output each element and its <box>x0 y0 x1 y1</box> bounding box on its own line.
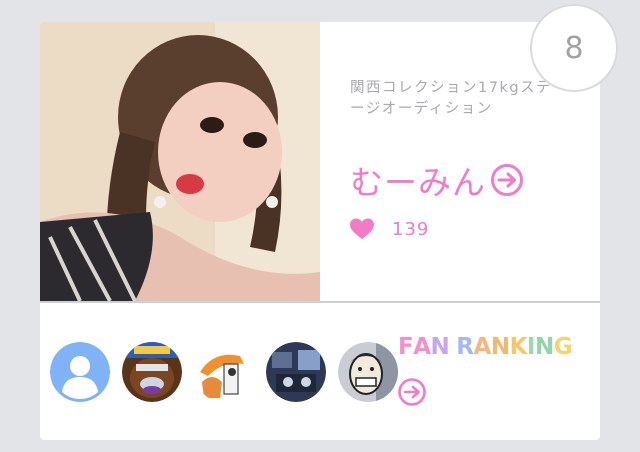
profile-photo-image <box>40 22 320 301</box>
fan-ranking-letter: N <box>430 334 450 360</box>
fan-ranking-letter: G <box>553 334 573 360</box>
fan-avatar-image <box>122 342 182 402</box>
idol-name[interactable]: むーみん <box>350 156 486 204</box>
fan-ranking-letter: R <box>456 334 474 360</box>
profile-photo[interactable] <box>40 22 320 301</box>
card-divider <box>40 301 600 303</box>
fan-ranking-letter: N <box>534 334 554 360</box>
fan-ranking-letter: A <box>473 334 492 360</box>
fan-ranking-letter: K <box>509 334 528 360</box>
fan-avatar-image <box>266 342 326 402</box>
fan-avatar-4[interactable] <box>266 342 326 402</box>
fan-avatar-2[interactable] <box>122 342 182 402</box>
fan-avatar-5[interactable] <box>338 342 398 402</box>
like-count: 139 <box>392 218 430 240</box>
fan-ranking-letter: A <box>413 334 431 360</box>
idol-description: 関西コレクション17kgステージオーディション <box>350 80 553 117</box>
idol-card[interactable]: 関西コレクション17kgステージオーディション むーみん 139 FAN RAN… <box>40 22 600 440</box>
fan-ranking-letter: I <box>526 334 536 360</box>
fan-avatar-image <box>338 342 398 402</box>
circle-arrow-right-icon[interactable] <box>490 163 524 197</box>
rank-badge: 8 <box>530 4 618 92</box>
fan-avatar-3[interactable] <box>194 342 254 402</box>
user-placeholder-icon <box>50 342 110 402</box>
circle-arrow-right-icon[interactable] <box>397 377 427 407</box>
fan-avatar-default[interactable] <box>50 342 110 402</box>
like-counter[interactable]: 139 <box>350 218 429 240</box>
heart-icon[interactable] <box>350 218 374 240</box>
idol-name-link[interactable]: むーみん <box>350 156 524 204</box>
fan-ranking-letter: N <box>490 334 510 360</box>
fan-avatar-image <box>194 342 254 402</box>
fan-ranking-link[interactable]: FAN RANKING <box>398 334 573 360</box>
fan-ranking-letter: F <box>398 334 414 360</box>
